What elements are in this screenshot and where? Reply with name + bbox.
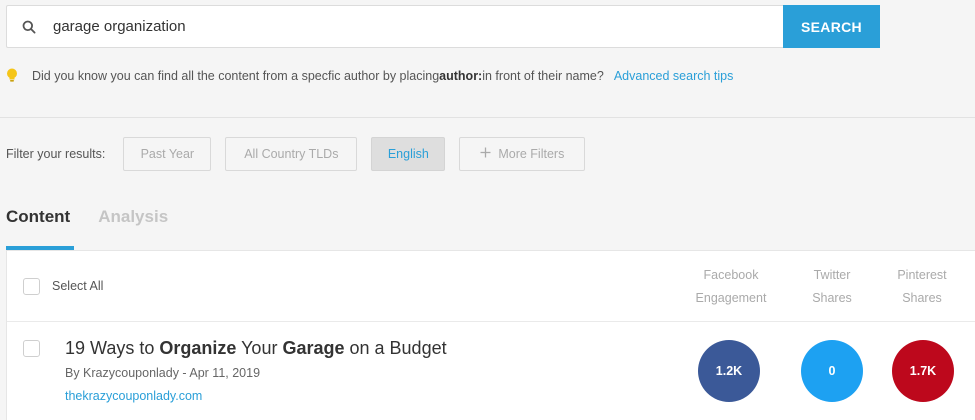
more-filters-button[interactable]: More Filters (459, 137, 586, 171)
tip-keyword: author: (439, 68, 483, 83)
results-header: Select All Facebook Engagement Twitter S… (7, 251, 975, 322)
tip-text-before: Did you know you can find all the conten… (32, 68, 440, 83)
article-title-link[interactable]: 19 Ways to Organize Your Garage on a Bud… (65, 338, 447, 359)
column-pinterest-shares[interactable]: Pinterest Shares (890, 264, 954, 310)
filter-english[interactable]: English (371, 137, 446, 171)
column-facebook-line1: Facebook (703, 268, 759, 282)
title-part: on a Budget (344, 338, 447, 358)
more-filters-label: More Filters (498, 147, 565, 161)
tab-analysis[interactable]: Analysis (98, 200, 168, 250)
column-facebook-line2: Engagement (695, 291, 767, 305)
search-bar: SEARCH (6, 5, 880, 48)
title-part-bold: Organize (159, 338, 237, 358)
search-input[interactable] (51, 17, 655, 36)
filter-past-year[interactable]: Past Year (123, 137, 212, 171)
filter-bar: Filter your results: Past Year All Count… (6, 137, 599, 171)
search-box[interactable] (6, 5, 783, 48)
article-domain-link[interactable]: thekrazycouponlady.com (65, 389, 202, 403)
column-twitter-line1: Twitter (813, 268, 851, 282)
search-tip: Did you know you can find all the conten… (6, 68, 733, 83)
select-all-checkbox[interactable] (23, 278, 40, 295)
article-byline: By Krazycouponlady - Apr 11, 2019 (65, 366, 261, 380)
column-pinterest-line2: Shares (902, 291, 942, 305)
title-part: 19 Ways to (65, 338, 160, 358)
tip-text-after: in front of their name? (482, 68, 604, 83)
title-part-bold: Garage (282, 338, 345, 358)
filter-country-tlds[interactable]: All Country TLDs (225, 137, 358, 171)
row-checkbox[interactable] (23, 340, 40, 357)
select-all-label: Select All (52, 279, 104, 293)
tab-bar: Content Analysis (6, 200, 196, 250)
column-twitter-line2: Shares (812, 291, 852, 305)
search-icon (7, 20, 51, 34)
tab-content[interactable]: Content (6, 200, 75, 250)
results-panel: Select All Facebook Engagement Twitter S… (6, 250, 975, 420)
title-part: Your (236, 338, 283, 358)
twitter-shares-badge: 0 (801, 340, 863, 402)
facebook-engagement-badge: 1.2K (698, 340, 760, 402)
column-pinterest-line1: Pinterest (897, 268, 947, 282)
divider (0, 117, 975, 118)
advanced-search-tips-link[interactable]: Advanced search tips (614, 69, 734, 83)
plus-icon (480, 147, 491, 161)
column-facebook-engagement[interactable]: Facebook Engagement (688, 264, 774, 310)
search-button[interactable]: SEARCH (783, 5, 880, 48)
pinterest-shares-badge: 1.7K (892, 340, 954, 402)
column-twitter-shares[interactable]: Twitter Shares (801, 264, 863, 310)
filter-label: Filter your results: (6, 147, 106, 161)
lightbulb-icon (6, 68, 20, 83)
